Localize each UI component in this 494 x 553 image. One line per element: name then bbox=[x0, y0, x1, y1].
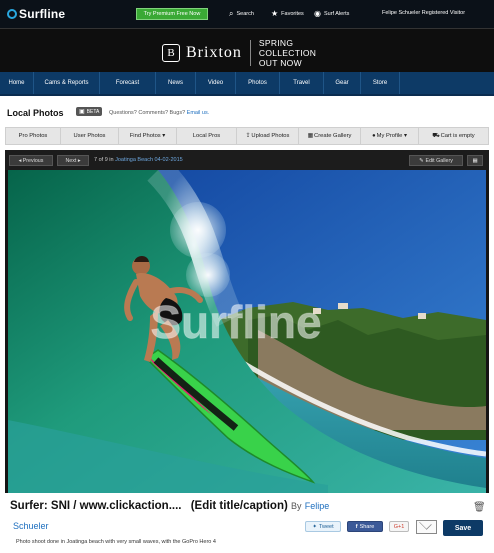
user-status[interactable]: Felipe Schueler Registered Visitor bbox=[382, 10, 465, 16]
nav-news[interactable]: News bbox=[156, 72, 196, 94]
subnav-pro-photos[interactable]: Pro Photos bbox=[6, 128, 61, 144]
photo-counter: 7 of 9 in Joatinga Beach 04-02-2015 bbox=[94, 157, 183, 163]
brixton-wordmark: Brixton bbox=[186, 44, 242, 61]
nav-travel[interactable]: Travel bbox=[280, 72, 324, 94]
grid-view-button[interactable]: ▦ bbox=[467, 155, 483, 166]
twitter-icon: ✦ bbox=[312, 523, 317, 530]
top-bar: Surfline Try Premium Free Now ⌕ Search ★… bbox=[0, 0, 494, 28]
edit-gallery-button[interactable]: ✎ Edit Gallery bbox=[409, 155, 463, 166]
watermark-text: Surfline bbox=[150, 296, 321, 348]
promo-line-1: SPRING bbox=[258, 38, 294, 48]
edit-icon: ✎ bbox=[419, 157, 424, 164]
questions-text: Questions? Comments? Bugs? bbox=[109, 110, 186, 116]
brixton-logo-icon: B bbox=[162, 44, 180, 62]
email-icon[interactable] bbox=[416, 520, 437, 534]
search-link[interactable]: ⌕ Search bbox=[229, 9, 254, 19]
main-nav: Home Cams & Reports Forecast News Video … bbox=[0, 72, 494, 96]
nav-video[interactable]: Video bbox=[196, 72, 236, 94]
page-title: Local Photos bbox=[7, 108, 64, 118]
search-icon: ⌕ bbox=[229, 9, 234, 18]
share-label: Share bbox=[359, 523, 375, 530]
surfline-logo[interactable]: Surfline bbox=[7, 7, 65, 21]
surf-alerts-link[interactable]: ◉ Surf Alerts bbox=[314, 9, 349, 18]
author-link-first[interactable]: Felipe bbox=[305, 501, 330, 511]
favorites-label: Favorites bbox=[281, 10, 304, 17]
counter-text: 7 of 9 in bbox=[94, 157, 114, 163]
cart-label: Cart is empty bbox=[440, 133, 475, 139]
create-gallery-label: Create Gallery bbox=[314, 133, 352, 139]
surf-alerts-label: Surf Alerts bbox=[323, 10, 350, 17]
edit-gallery-label: Edit Gallery bbox=[425, 157, 453, 164]
nav-cams-reports[interactable]: Cams & Reports bbox=[34, 72, 100, 94]
photos-subnav: Pro Photos User Photos Find Photos ▾ Loc… bbox=[5, 127, 489, 145]
surfline-logo-icon bbox=[7, 9, 17, 19]
upload-icon: ⇪ bbox=[245, 133, 251, 139]
surf-photo[interactable]: Surfline bbox=[8, 170, 486, 493]
subnav-cart[interactable]: ⛟ Cart is empty bbox=[419, 128, 488, 144]
trash-icon[interactable]: 🗑 bbox=[473, 502, 486, 513]
facebook-icon: f bbox=[355, 523, 358, 530]
upload-photos-label: Upload Photos bbox=[251, 133, 290, 139]
gallery-icon: ▦ bbox=[307, 133, 314, 139]
photo-viewer: ◂ Previous Next ▸ 7 of 9 in Joatinga Bea… bbox=[5, 150, 489, 493]
viewer-toolbar: ◂ Previous Next ▸ 7 of 9 in Joatinga Bea… bbox=[5, 150, 489, 170]
tweet-label: Tweet bbox=[318, 523, 334, 530]
surf-photo-image: Surfline bbox=[8, 170, 486, 493]
facebook-share-button[interactable]: f Share bbox=[347, 521, 383, 532]
my-profile-label: My Profile ▾ bbox=[376, 133, 407, 139]
cart-icon: ⛟ bbox=[432, 132, 440, 139]
tweet-button[interactable]: ✦ Tweet bbox=[305, 521, 341, 532]
try-premium-button[interactable]: Try Premium Free Now bbox=[136, 8, 208, 20]
gallery-link[interactable]: Joatinga Beach 04-02-2015 bbox=[115, 157, 183, 163]
camera-icon: ▣ bbox=[79, 109, 85, 115]
beta-badge: ▣ BETA bbox=[76, 107, 103, 116]
photo-description: Photo shoot done in Joatinga beach with … bbox=[16, 539, 216, 545]
beta-label: BETA bbox=[86, 108, 100, 115]
nav-home[interactable]: Home bbox=[0, 72, 34, 94]
search-label: Search bbox=[236, 11, 254, 17]
subnav-create-gallery[interactable]: ▦ Create Gallery bbox=[299, 128, 361, 144]
favorites-link[interactable]: ★ Favorites bbox=[271, 9, 304, 18]
ad-promo-text: SPRING COLLECTION OUT NOW bbox=[259, 38, 316, 68]
photo-caption: Surfer: SNI / www.clickaction.... (Edit … bbox=[10, 500, 329, 512]
star-icon: ★ bbox=[271, 9, 279, 18]
feedback-text: Questions? Comments? Bugs? Email us. bbox=[109, 110, 209, 116]
previous-button[interactable]: ◂ Previous bbox=[9, 155, 53, 166]
caption-title: Surfer: SNI / www.clickaction.... bbox=[10, 500, 182, 512]
subnav-user-photos[interactable]: User Photos bbox=[61, 128, 119, 144]
subnav-find-photos[interactable]: Find Photos ▾ bbox=[119, 128, 177, 144]
nav-store[interactable]: Store bbox=[361, 72, 400, 94]
edit-caption-link[interactable]: (Edit title/caption) bbox=[191, 500, 288, 512]
google-plus-button[interactable]: G+1 bbox=[389, 521, 409, 532]
next-button[interactable]: Next ▸ bbox=[57, 155, 89, 166]
email-us-link[interactable]: Email us. bbox=[187, 110, 210, 116]
subnav-my-profile[interactable]: ● My Profile ▾ bbox=[361, 128, 419, 144]
promo-line-2: COLLECTION bbox=[258, 48, 317, 58]
subnav-upload-photos[interactable]: ⇪ Upload Photos bbox=[237, 128, 299, 144]
user-icon: ● bbox=[372, 133, 376, 139]
logo-text: Surfline bbox=[19, 7, 66, 21]
brixton-ad[interactable]: B Brixton SPRING COLLECTION OUT NOW bbox=[162, 38, 316, 68]
ad-divider bbox=[249, 40, 251, 66]
save-button[interactable]: Save bbox=[443, 520, 483, 536]
subnav-local-pros[interactable]: Local Pros bbox=[177, 128, 237, 144]
nav-photos[interactable]: Photos bbox=[236, 72, 280, 94]
promo-line-3: OUT NOW bbox=[258, 58, 302, 68]
author-link-last[interactable]: Schueler bbox=[13, 521, 49, 531]
by-label: By bbox=[291, 501, 302, 511]
nav-gear[interactable]: Gear bbox=[324, 72, 361, 94]
nav-forecast[interactable]: Forecast bbox=[100, 72, 156, 94]
alert-icon: ◉ bbox=[314, 9, 321, 18]
grid-icon: ▦ bbox=[472, 157, 478, 164]
